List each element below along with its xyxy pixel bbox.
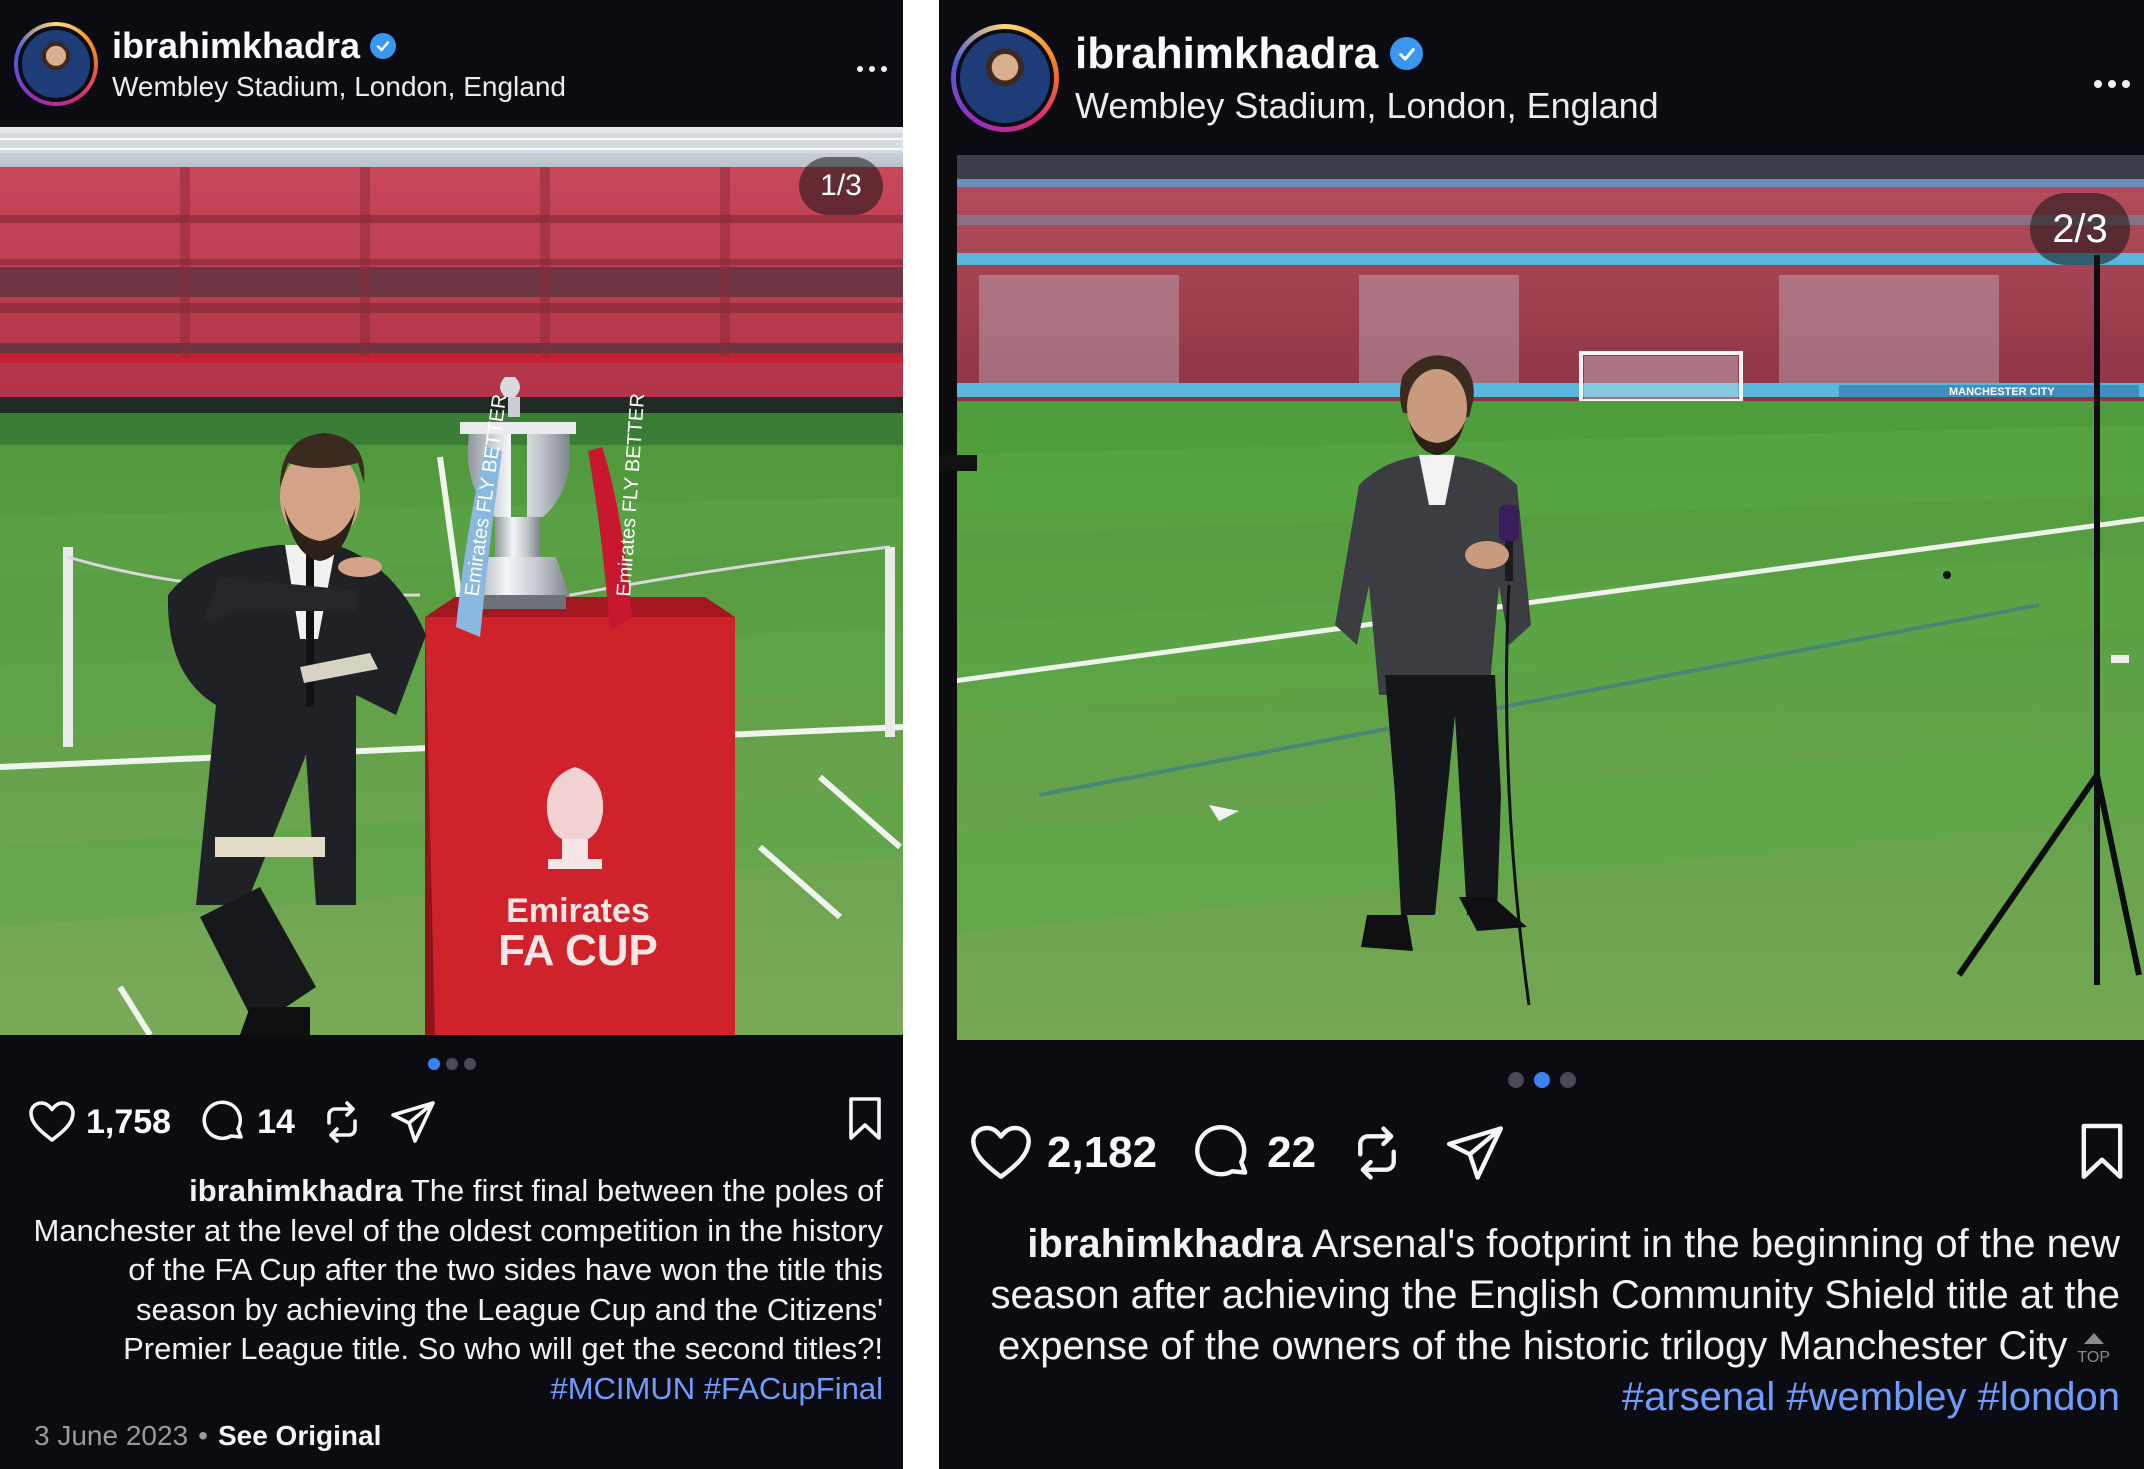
username[interactable]: ibrahimkhadra: [1075, 29, 1378, 79]
carousel-dot-active[interactable]: [427, 1058, 440, 1070]
avatar[interactable]: [951, 23, 1059, 132]
hashtag[interactable]: #FACupFinal: [704, 1371, 883, 1406]
more-options-icon[interactable]: [2094, 80, 2130, 88]
post-caption: ibrahimkhadra The first final between th…: [24, 1171, 883, 1408]
carousel-dots: [1507, 1072, 1576, 1088]
carousel-dot[interactable]: [1507, 1072, 1524, 1088]
carousel-dots: [427, 1058, 476, 1070]
hashtag[interactable]: #wembley: [1786, 1375, 1966, 1419]
verified-badge-icon: [1390, 37, 1424, 70]
comment-count[interactable]: 14: [257, 1103, 295, 1142]
hashtag[interactable]: #arsenal: [1622, 1375, 1775, 1419]
repost-icon[interactable]: [1350, 1123, 1404, 1183]
post-header: ibrahimkhadra Wembley Stadium, London, E…: [939, 0, 2144, 155]
see-original-link[interactable]: See Original: [218, 1420, 381, 1452]
hashtag[interactable]: #london: [1978, 1375, 2120, 1419]
post-caption: ibrahimkhadra Arsenal's footprint in the…: [961, 1219, 2120, 1423]
board-text-1: Emirates: [506, 892, 650, 930]
like-count[interactable]: 1,758: [86, 1103, 171, 1142]
comment-icon[interactable]: [201, 1099, 247, 1145]
post-actions: 2,182 22: [939, 1122, 2144, 1184]
instagram-post-2: ibrahimkhadra Wembley Stadium, London, E…: [939, 0, 2144, 1469]
ad-board-text: MANCHESTER CITY: [1949, 386, 2055, 398]
post-photo[interactable]: MANCHESTER CITY 2/3: [939, 155, 2144, 1040]
post-footer: 3 June 2023 • See Original: [34, 1420, 382, 1452]
carousel-dot[interactable]: [445, 1058, 458, 1070]
carousel-dot[interactable]: [1559, 1072, 1576, 1088]
caption-username[interactable]: ibrahimkhadra: [1027, 1222, 1303, 1266]
post-photo[interactable]: Emirates FA CUP Emirates FLY BETTER Emir…: [0, 127, 903, 1035]
username[interactable]: ibrahimkhadra: [112, 25, 360, 67]
location-link[interactable]: Wembley Stadium, London, England: [112, 71, 566, 103]
carousel-dot[interactable]: [463, 1058, 476, 1070]
scroll-top-label: TOP: [2077, 1349, 2110, 1367]
hashtag[interactable]: #MCIMUN: [550, 1371, 695, 1406]
comment-icon[interactable]: [1193, 1123, 1253, 1183]
share-icon[interactable]: [389, 1099, 437, 1145]
instagram-post-1: ibrahimkhadra Wembley Stadium, London, E…: [0, 0, 903, 1469]
scroll-top-icon[interactable]: TOP: [2077, 1330, 2110, 1366]
carousel-dot-active[interactable]: [1533, 1072, 1550, 1088]
like-count[interactable]: 2,182: [1047, 1128, 1157, 1178]
caption-text: The first final between the poles of Man…: [33, 1173, 883, 1366]
board-text-2: FA CUP: [498, 926, 658, 975]
post-actions: 1,758 14: [0, 1096, 903, 1148]
location-link[interactable]: Wembley Stadium, London, England: [1075, 85, 1659, 127]
avatar[interactable]: [14, 21, 98, 106]
post-header: ibrahimkhadra Wembley Stadium, London, E…: [0, 0, 903, 127]
carousel-counter: 2/3: [2030, 193, 2130, 265]
comment-count[interactable]: 22: [1267, 1128, 1316, 1178]
repost-icon[interactable]: [321, 1099, 363, 1145]
more-options-icon[interactable]: [857, 66, 887, 72]
heart-icon[interactable]: [969, 1124, 1033, 1182]
bookmark-icon[interactable]: [845, 1096, 885, 1142]
caption-username[interactable]: ibrahimkhadra: [189, 1173, 403, 1208]
post-date: 3 June 2023: [34, 1420, 189, 1451]
bookmark-icon[interactable]: [2076, 1122, 2128, 1182]
share-icon[interactable]: [1444, 1123, 1506, 1183]
heart-icon[interactable]: [28, 1100, 76, 1144]
verified-badge-icon: [370, 32, 397, 59]
carousel-counter: 1/3: [799, 157, 883, 215]
